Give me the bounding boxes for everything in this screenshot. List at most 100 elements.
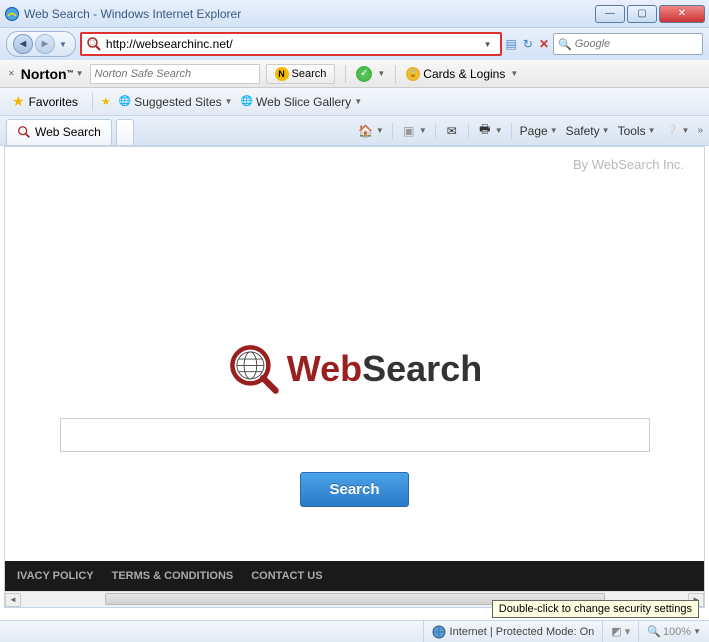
star-small-icon: ★ <box>101 95 111 108</box>
favorites-bar: ★ Favorites ★ 🌐 Suggested Sites ▼ 🌐 Web … <box>0 88 709 116</box>
cards-logins-button[interactable]: 🔒 Cards & Logins ▼ <box>406 67 518 81</box>
norton-menu-dropdown[interactable]: ▼ <box>76 69 84 78</box>
tab-web-search[interactable]: Web Search <box>6 119 112 145</box>
page-icon: 🌐 <box>119 96 131 107</box>
chevron-down-icon: ▼ <box>495 126 503 135</box>
status-icons[interactable]: ◩ ▾ <box>602 621 638 642</box>
address-dropdown[interactable]: ▼ <box>480 40 496 49</box>
norton-logo[interactable]: Norton™ ▼ <box>21 66 84 82</box>
zoom-value: 100% <box>663 626 691 638</box>
chevron-down-icon: ▼ <box>354 97 362 106</box>
browser-search-box[interactable]: 🔍 <box>553 33 703 55</box>
feeds-button[interactable]: ▣▼ <box>401 123 427 139</box>
read-mail-button[interactable]: ✉ <box>444 123 460 139</box>
safe-dropdown[interactable]: ▼ <box>377 69 385 78</box>
logo-search-text: Search <box>362 348 482 389</box>
browser-search-input[interactable] <box>575 38 698 50</box>
main-search-input[interactable] <box>60 418 650 452</box>
star-icon: ★ <box>12 93 25 110</box>
separator <box>435 123 436 139</box>
tools-label: Tools <box>618 124 646 138</box>
footer-terms-link[interactable]: TERMS & CONDITIONS <box>112 570 234 582</box>
site-icon <box>86 36 102 52</box>
recent-dropdown[interactable]: ▼ <box>57 40 69 49</box>
page-menu[interactable]: Page▼ <box>520 124 558 138</box>
minimize-button[interactable]: — <box>595 5 625 23</box>
norton-search-label: Search <box>292 68 327 80</box>
chevron-down-icon: ▼ <box>225 97 233 106</box>
norton-search-box[interactable] <box>90 64 260 84</box>
chevron-down-icon: ▼ <box>682 126 690 135</box>
print-icon: 🖶 <box>477 123 493 139</box>
back-button[interactable]: ◄ <box>13 34 33 54</box>
attribution-text: By WebSearch Inc. <box>5 147 704 182</box>
logo-web-text: Web <box>287 348 362 389</box>
separator <box>345 65 346 83</box>
footer-contact-link[interactable]: CONTACT US <box>251 570 322 582</box>
address-row: ◄ ► ▼ ▼ ▤ ↻ ✕ 🔍 <box>0 28 709 60</box>
new-tab-button[interactable] <box>116 119 134 145</box>
norton-toolbar: ✕ Norton™ ▼ N Search ✓ ▼ 🔒 Cards & Login… <box>0 60 709 88</box>
home-button[interactable]: 🏠▼ <box>358 123 384 139</box>
compat-view-icon[interactable]: ▤ <box>506 37 517 51</box>
forward-button[interactable]: ► <box>35 34 55 54</box>
safety-label: Safety <box>566 124 600 138</box>
window-controls: — ▢ ✕ <box>595 5 705 23</box>
norton-search-input[interactable] <box>95 68 255 80</box>
favorites-label: Favorites <box>29 95 78 109</box>
norton-chevron-icon[interactable]: ✕ <box>8 69 15 78</box>
chevron-down-icon: ▼ <box>693 627 701 636</box>
stop-icon[interactable]: ✕ <box>539 37 549 51</box>
zoom-control[interactable]: 🔍 100% ▼ <box>638 621 709 642</box>
tools-menu[interactable]: Tools▼ <box>618 124 656 138</box>
status-bar: Internet | Protected Mode: On ◩ ▾ 🔍 100%… <box>0 620 709 642</box>
norton-search-button[interactable]: N Search <box>266 64 336 84</box>
address-box[interactable]: ▼ <box>80 32 502 56</box>
search-center: WebSearch Search <box>5 342 704 507</box>
address-bar-buttons: ▤ ↻ ✕ <box>506 37 549 51</box>
web-slice-label: Web Slice Gallery <box>256 95 351 109</box>
favorites-button[interactable]: ★ Favorites <box>6 91 84 112</box>
url-input[interactable] <box>106 37 480 51</box>
safety-menu[interactable]: Safety▼ <box>566 124 610 138</box>
security-tooltip: Double-click to change security settings <box>492 600 699 618</box>
suggested-sites-link[interactable]: 🌐 Suggested Sites ▼ <box>119 95 233 109</box>
mail-icon: ✉ <box>444 123 460 139</box>
cards-logins-label: Cards & Logins <box>423 67 505 81</box>
close-button[interactable]: ✕ <box>659 5 705 23</box>
chevron-down-icon: ▼ <box>602 126 610 135</box>
window-title: Web Search - Windows Internet Explorer <box>24 7 595 21</box>
page-content: By WebSearch Inc. WebSearch Search IVACY… <box>4 146 705 608</box>
add-to-favorites-bar[interactable]: ★ <box>101 95 111 108</box>
web-slice-gallery-link[interactable]: 🌐 Web Slice Gallery ▼ <box>241 95 363 109</box>
lock-icon: 🔒 <box>406 67 420 81</box>
print-button[interactable]: 🖶▼ <box>477 123 503 139</box>
chevron-down-icon: ▼ <box>419 126 427 135</box>
help-button[interactable]: ❔▼ <box>664 123 690 139</box>
page-label: Page <box>520 124 548 138</box>
tab-favicon <box>17 125 31 139</box>
main-search-button[interactable]: Search <box>300 472 408 507</box>
title-bar: Web Search - Windows Internet Explorer —… <box>0 0 709 28</box>
norton-n-icon: N <box>275 67 289 81</box>
refresh-icon[interactable]: ↻ <box>523 37 533 51</box>
scroll-left-button[interactable]: ◄ <box>5 593 21 607</box>
security-zone[interactable]: Internet | Protected Mode: On <box>423 621 603 642</box>
tab-title: Web Search <box>35 125 101 139</box>
footer-privacy-link[interactable]: IVACY POLICY <box>17 570 94 582</box>
overflow-chevron[interactable]: » <box>697 125 703 136</box>
separator <box>468 123 469 139</box>
ie-icon <box>4 6 20 22</box>
search-icon: 🔍 <box>558 38 572 51</box>
suggested-sites-label: Suggested Sites <box>134 95 221 109</box>
zone-text: Internet | Protected Mode: On <box>450 626 595 638</box>
norton-brand-text: Norton <box>21 66 67 82</box>
page-icon: 🌐 <box>241 96 253 107</box>
chevron-down-icon: ▼ <box>376 126 384 135</box>
zoom-icon: 🔍 <box>647 625 661 638</box>
page-footer: IVACY POLICY TERMS & CONDITIONS CONTACT … <box>5 561 704 591</box>
norton-safe-indicator[interactable]: ✓ ▼ <box>356 66 385 82</box>
maximize-button[interactable]: ▢ <box>627 5 657 23</box>
cards-logins-dropdown[interactable]: ▼ <box>510 69 518 78</box>
nav-buttons: ◄ ► ▼ <box>6 31 76 57</box>
